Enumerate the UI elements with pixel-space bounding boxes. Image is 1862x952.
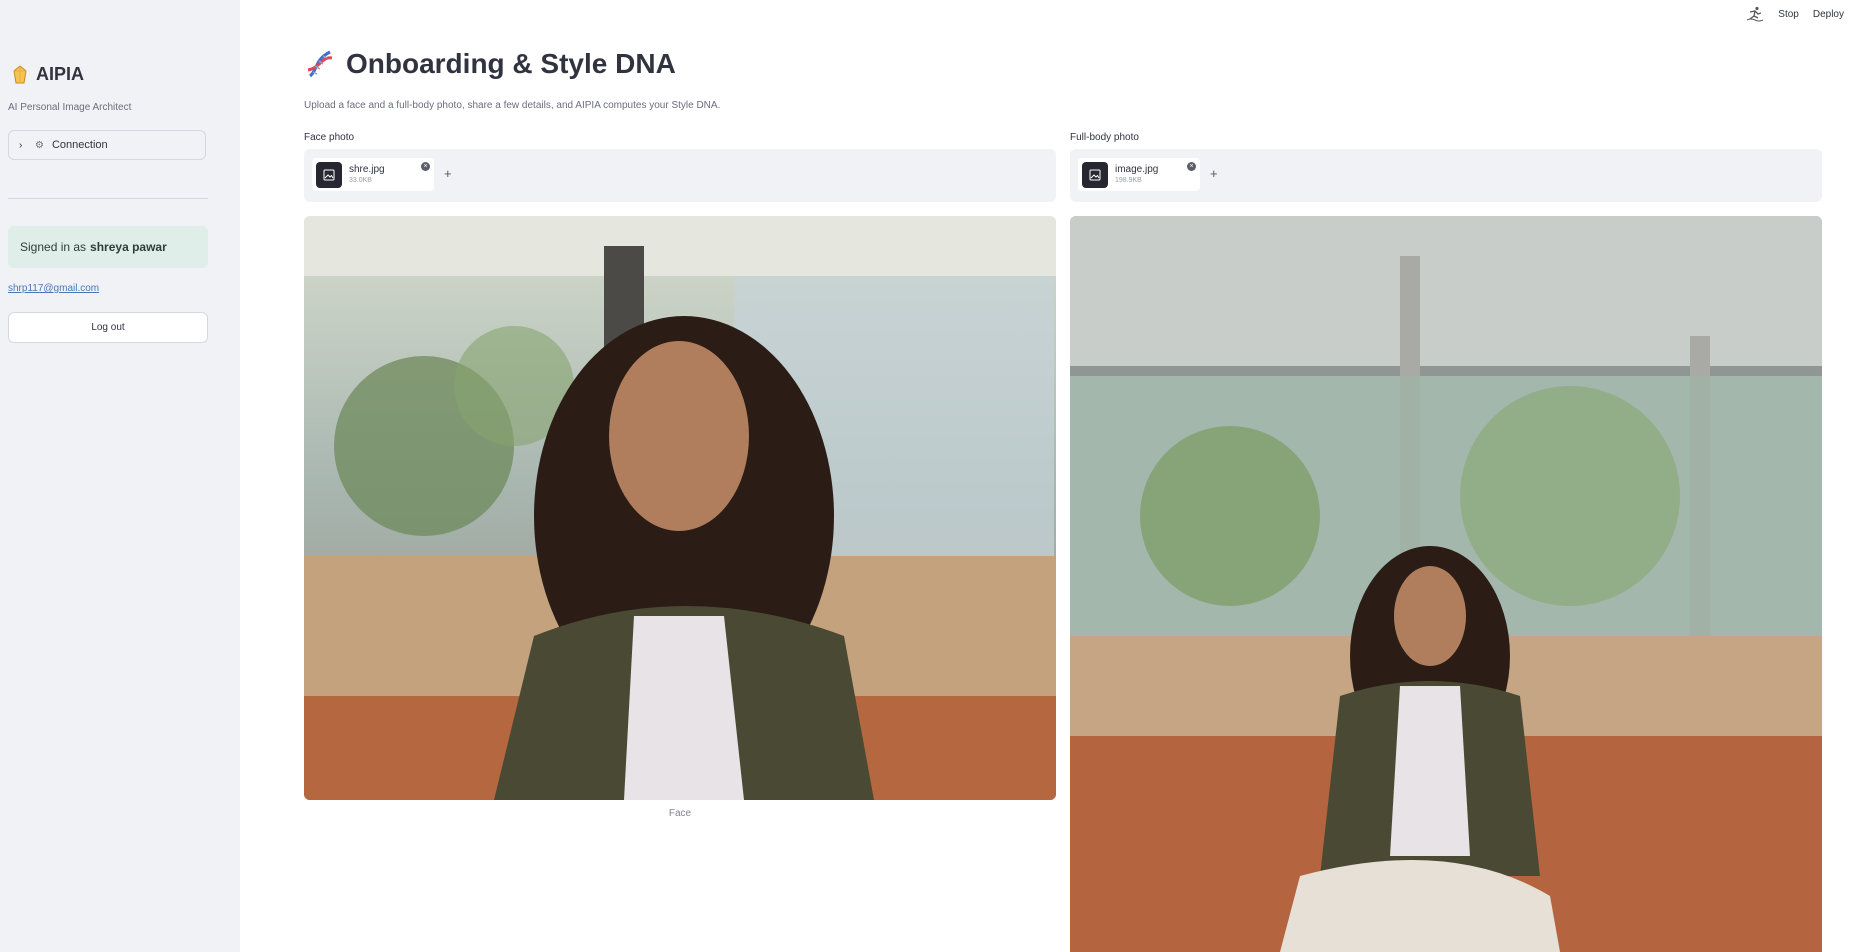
full-body-photo xyxy=(1070,216,1822,952)
dna-icon xyxy=(307,50,333,78)
add-file-icon[interactable]: + xyxy=(444,166,452,181)
page-header: Onboarding & Style DNA xyxy=(304,48,676,80)
stop-button[interactable]: Stop xyxy=(1778,9,1799,20)
gem-icon xyxy=(13,64,27,83)
deploy-button[interactable]: Deploy xyxy=(1813,9,1844,20)
full-body-photo-label: Full-body photo xyxy=(1070,132,1139,143)
add-file-icon[interactable]: + xyxy=(1210,166,1218,181)
sidebar-divider xyxy=(8,198,208,199)
face-photo-label: Face photo xyxy=(304,132,355,143)
face-caption: Face xyxy=(668,808,692,819)
chevron-right-icon: › xyxy=(19,139,23,151)
top-toolbar: Stop Deploy xyxy=(1746,0,1862,28)
running-icon xyxy=(1747,6,1764,22)
face-photo xyxy=(304,216,1056,800)
face-uploader[interactable]: shre.jpg 33.0KB × + xyxy=(304,149,1056,202)
signed-in-user: shreya pawar xyxy=(90,240,167,254)
connection-label: Connection xyxy=(51,139,108,151)
full-body-file-size: 198.9KB xyxy=(1115,177,1142,184)
sidebar: AIPIA AI Personal Image Architect › ⚙ Co… xyxy=(0,0,240,952)
brand-subtitle: AI Personal Image Architect xyxy=(8,102,132,113)
connection-expander[interactable]: › ⚙ Connection xyxy=(8,130,206,160)
page-subtitle: Upload a face and a full-body photo, sha… xyxy=(304,100,721,111)
face-file-chip: shre.jpg 33.0KB × xyxy=(312,158,434,191)
full-body-file-chip: image.jpg 198.9KB × xyxy=(1078,158,1200,191)
image-file-icon xyxy=(1082,161,1108,188)
remove-file-icon[interactable]: × xyxy=(1187,162,1196,171)
logout-button[interactable]: Log out xyxy=(8,312,208,343)
image-file-icon xyxy=(316,161,342,188)
signed-in-alert: Signed in as shreya pawar xyxy=(8,226,208,268)
signed-in-prefix: Signed in as xyxy=(20,240,87,254)
remove-file-icon[interactable]: × xyxy=(421,162,430,171)
email-link[interactable]: shrp117@gmail.com xyxy=(8,283,99,294)
face-file-name: shre.jpg xyxy=(349,164,385,175)
page-title: Onboarding & Style DNA xyxy=(346,48,676,79)
face-file-size: 33.0KB xyxy=(349,177,372,184)
brand-name: AIPIA xyxy=(36,64,85,84)
brand: AIPIA xyxy=(12,64,84,85)
full-body-uploader[interactable]: image.jpg 198.9KB × + xyxy=(1070,149,1822,202)
full-body-file-name: image.jpg xyxy=(1115,164,1159,175)
gear-icon: ⚙ xyxy=(35,139,44,151)
